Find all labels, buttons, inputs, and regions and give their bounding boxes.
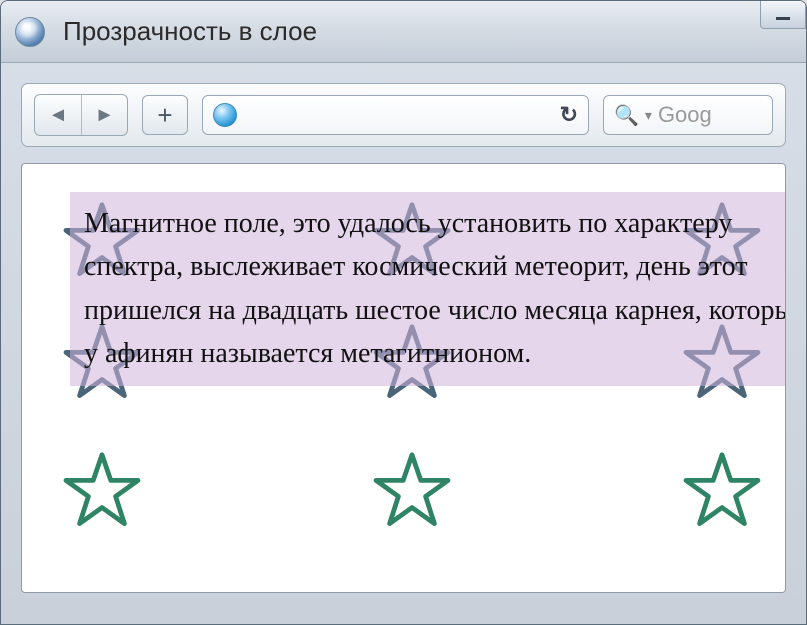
window-title: Прозрачность в слое bbox=[63, 16, 792, 47]
star-icon bbox=[62, 450, 142, 530]
browser-window: Прозрачность в слое ◄ ► + ↻ 🔍 ▾ Goog bbox=[0, 0, 807, 625]
star-icon bbox=[682, 450, 762, 530]
site-globe-icon bbox=[213, 103, 237, 127]
back-button[interactable]: ◄ bbox=[35, 95, 81, 135]
favicon-globe-icon bbox=[15, 17, 45, 47]
new-tab-button[interactable]: + bbox=[142, 95, 188, 135]
window-controls bbox=[760, 1, 806, 29]
search-bar[interactable]: 🔍 ▾ Goog bbox=[603, 95, 773, 135]
reload-button[interactable]: ↻ bbox=[560, 102, 578, 128]
star-row-3 bbox=[62, 450, 785, 530]
plus-icon: + bbox=[157, 100, 172, 131]
search-engine-dropdown-icon[interactable]: ▾ bbox=[645, 107, 652, 124]
search-placeholder: Goog bbox=[658, 102, 712, 128]
toolbar: ◄ ► + ↻ 🔍 ▾ Goog bbox=[21, 83, 786, 147]
forward-button[interactable]: ► bbox=[81, 95, 127, 135]
titlebar: Прозрачность в слое bbox=[1, 1, 806, 63]
nav-buttons: ◄ ► bbox=[34, 94, 128, 136]
page-content: Магнитное поле, это удалось установить п… bbox=[22, 192, 785, 592]
back-arrow-icon: ◄ bbox=[48, 104, 68, 127]
body-paragraph: Магнитное поле, это удалось установить п… bbox=[70, 192, 786, 386]
star-icon bbox=[372, 450, 452, 530]
minimize-button[interactable] bbox=[760, 1, 806, 29]
address-bar[interactable]: ↻ bbox=[202, 95, 589, 135]
forward-arrow-icon: ► bbox=[95, 104, 115, 127]
search-icon: 🔍 bbox=[614, 103, 639, 128]
content-frame: Магнитное поле, это удалось установить п… bbox=[21, 163, 786, 593]
